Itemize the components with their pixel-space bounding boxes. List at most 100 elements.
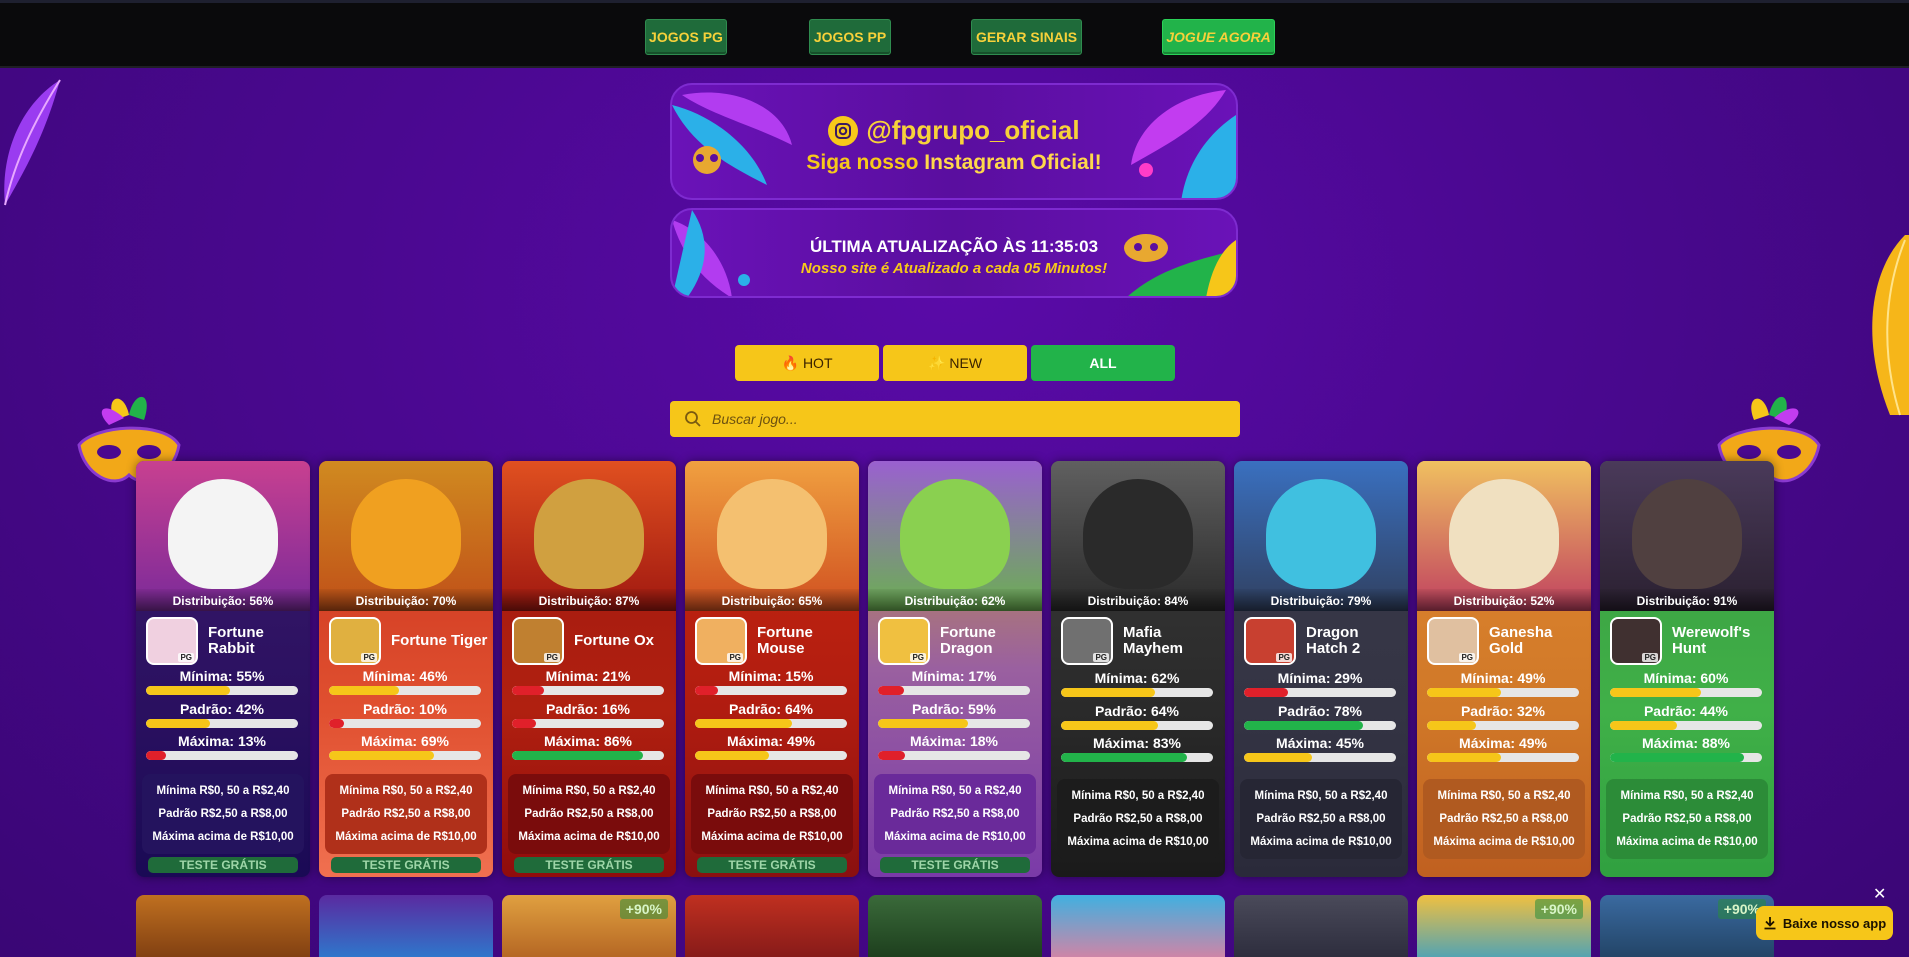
instagram-banner[interactable]: @fpgrupo_oficial Siga nosso Instagram Of… (670, 83, 1238, 200)
bet-maxima-text: Máxima acima de R$10,00 (884, 830, 1026, 843)
free-trial-button[interactable]: TESTE GRÁTIS (331, 857, 481, 873)
close-app-banner-icon[interactable]: ✕ (1873, 884, 1886, 904)
bet-padrao-text: Padrão R$2,50 a R$8,00 (890, 807, 1020, 820)
game-card-partial[interactable]: +90% (1600, 895, 1774, 957)
game-card-partial[interactable]: +90% (502, 895, 676, 957)
bet-info-box: Mínima R$0, 50 a R$2,40 Padrão R$2,50 a … (1057, 779, 1219, 859)
game-character-image (1632, 479, 1742, 589)
filter-new-button[interactable]: ✨ NEW (883, 345, 1027, 381)
nav-jogos-pg-button[interactable]: JOGOS PG (645, 19, 727, 55)
stat-maxima-label: Máxima: 88% (1642, 735, 1730, 751)
filter-hot-button[interactable]: 🔥 HOT (735, 345, 879, 381)
stat-minima-label: Mínima: 46% (362, 668, 448, 684)
game-card-header: PG Fortune Dragon (878, 616, 1038, 666)
game-card[interactable]: Distribuição: 91% PG Werewolf's Hunt Mín… (1600, 461, 1774, 877)
stat-padrao: Padrão: 59% (878, 701, 1030, 728)
game-name: Fortune Rabbit (208, 624, 264, 657)
progress-bar-padrao (1061, 721, 1213, 730)
game-name: Fortune Ox (574, 632, 655, 649)
free-trial-button[interactable]: TESTE GRÁTIS (148, 857, 298, 873)
game-thumbnail: PG (329, 617, 381, 665)
stat-maxima-label: Máxima: 83% (1093, 735, 1181, 751)
game-thumbnail: PG (1061, 617, 1113, 665)
distribution-label: Distribuição: 79% (1234, 589, 1408, 611)
progress-bar-minima (1610, 688, 1762, 697)
progress-fill-maxima (1427, 753, 1502, 762)
game-card-partial[interactable] (136, 895, 310, 957)
game-card-partial[interactable] (1234, 895, 1408, 957)
game-character-image (1449, 479, 1559, 589)
pg-logo: PG (1642, 653, 1658, 662)
game-card-partial[interactable] (868, 895, 1042, 957)
stat-maxima-label: Máxima: 45% (1276, 735, 1364, 751)
filter-all-button[interactable]: ALL (1031, 345, 1175, 381)
game-card-header: PG Fortune Rabbit (146, 616, 306, 666)
instagram-handle-row: @fpgrupo_oficial (672, 115, 1236, 146)
free-trial-button[interactable]: TESTE GRÁTIS (514, 857, 664, 873)
game-card[interactable]: Distribuição: 70% PG Fortune Tiger Mínim… (319, 461, 493, 877)
game-card[interactable]: Distribuição: 87% PG Fortune Ox Mínima: … (502, 461, 676, 877)
game-card-header: PG Fortune Ox (512, 616, 672, 666)
bet-minima-text: Mínima R$0, 50 a R$2,40 (1254, 790, 1388, 803)
stat-maxima-label: Máxima: 86% (544, 733, 632, 749)
stat-minima-label: Mínima: 49% (1460, 670, 1546, 686)
distribution-label: Distribuição: 91% (1600, 589, 1774, 611)
bet-maxima-text: Máxima acima de R$10,00 (518, 830, 660, 843)
feather-decoration-left (4, 79, 61, 206)
distribution-label: Distribuição: 56% (136, 589, 310, 611)
bet-maxima-text: Máxima acima de R$10,00 (1250, 835, 1392, 848)
game-card-partial[interactable] (685, 895, 859, 957)
bet-minima-text: Mínima R$0, 50 a R$2,40 (705, 785, 839, 798)
download-app-button[interactable]: Baixe nosso app (1756, 906, 1893, 940)
instagram-follow-text: Siga nosso Instagram Oficial! (806, 151, 1102, 174)
rtp-badge: +90% (619, 899, 668, 919)
game-card[interactable]: Distribuição: 52% PG Ganesha Gold Mínima… (1417, 461, 1591, 877)
free-trial-button[interactable]: TESTE GRÁTIS (880, 857, 1030, 873)
game-card[interactable]: Distribuição: 84% PG Mafia Mayhem Mínima… (1051, 461, 1225, 877)
stat-padrao-label: Padrão: 32% (1460, 703, 1546, 719)
progress-bar-minima (512, 686, 664, 695)
stat-maxima: Máxima: 69% (329, 733, 481, 760)
game-card[interactable]: Distribuição: 56% PG Fortune Rabbit Míni… (136, 461, 310, 877)
game-card-partial[interactable] (319, 895, 493, 957)
progress-fill-maxima (1061, 753, 1188, 762)
game-card[interactable]: Distribuição: 65% PG Fortune Mouse Mínim… (685, 461, 859, 877)
progress-bar-minima (1427, 688, 1579, 697)
progress-bar-maxima (695, 751, 847, 760)
nav-jogos-pp-button[interactable]: JOGOS PP (809, 19, 891, 55)
last-update-title: ÚLTIMA ATUALIZAÇÃO ÀS 11:35:03 (809, 237, 1099, 256)
search-bar (670, 401, 1240, 437)
progress-bar-minima (329, 686, 481, 695)
stat-maxima: Máxima: 45% (1244, 735, 1396, 762)
game-card[interactable]: Distribuição: 62% PG Fortune Dragon Míni… (868, 461, 1042, 877)
game-card[interactable]: Distribuição: 79% PG Dragon Hatch 2 Míni… (1234, 461, 1408, 877)
game-card-partial[interactable]: +90% (1417, 895, 1591, 957)
progress-bar-minima (1244, 688, 1396, 697)
progress-bar-padrao (512, 719, 664, 728)
progress-fill-padrao (1244, 721, 1363, 730)
progress-bar-padrao (1427, 721, 1579, 730)
stat-minima-label: Mínima: 17% (911, 668, 997, 684)
game-name: Fortune Tiger (391, 632, 488, 649)
game-card-header: PG Dragon Hatch 2 (1244, 616, 1404, 666)
game-name: Dragon Hatch 2 (1306, 624, 1361, 657)
progress-fill-minima (1610, 688, 1702, 697)
pg-logo: PG (1276, 653, 1292, 662)
nav-jogue-agora-button[interactable]: JOGUE AGORA (1162, 19, 1275, 55)
stat-minima: Mínima: 15% (695, 668, 847, 695)
free-trial-button[interactable]: TESTE GRÁTIS (697, 857, 847, 873)
game-card-header: PG Mafia Mayhem (1061, 616, 1221, 666)
game-card-partial[interactable] (1051, 895, 1225, 957)
game-character-image (168, 479, 278, 589)
search-input[interactable] (712, 411, 1212, 427)
progress-bar-minima (1061, 688, 1213, 697)
game-thumbnail: PG (695, 617, 747, 665)
progress-fill-maxima (695, 751, 770, 760)
stat-maxima-label: Máxima: 49% (727, 733, 815, 749)
progress-fill-padrao (1610, 721, 1677, 730)
update-banner: ÚLTIMA ATUALIZAÇÃO ÀS 11:35:03 Nosso sit… (670, 208, 1238, 298)
game-thumbnail: PG (878, 617, 930, 665)
nav-gerar-sinais-button[interactable]: GERAR SINAIS (971, 19, 1082, 55)
bet-minima-text: Mínima R$0, 50 a R$2,40 (1071, 790, 1205, 803)
bet-info-box: Mínima R$0, 50 a R$2,40 Padrão R$2,50 a … (874, 774, 1036, 854)
